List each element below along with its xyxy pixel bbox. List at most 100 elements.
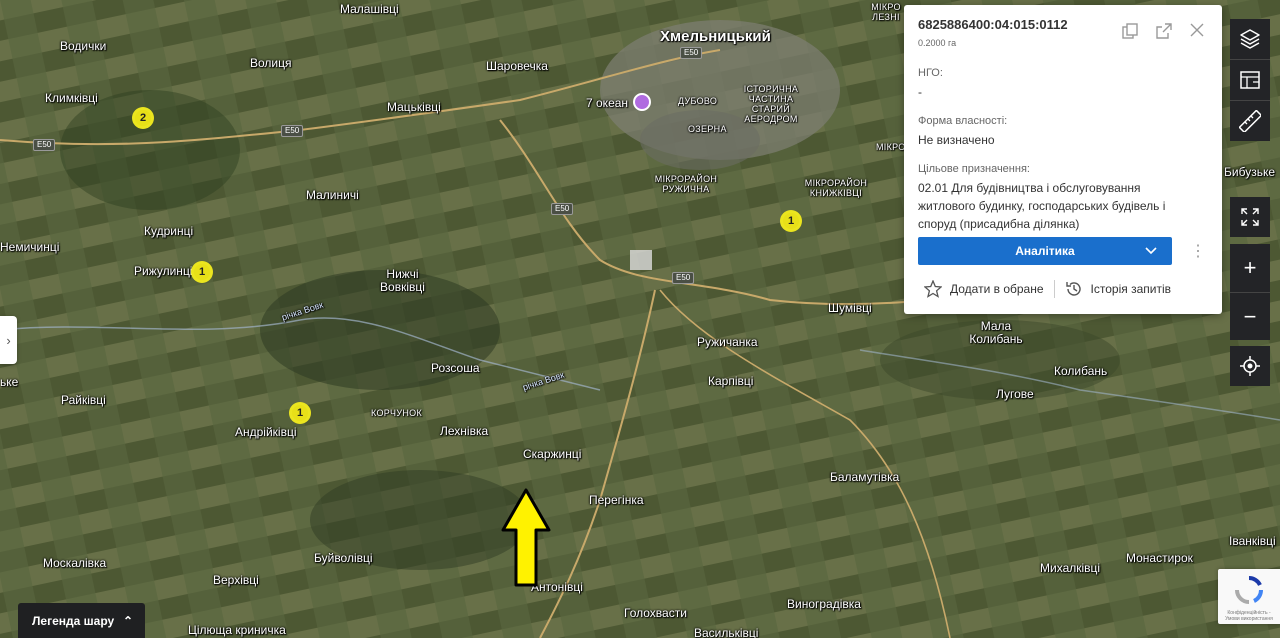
ownership-value: Не визначено <box>918 133 995 147</box>
divider <box>1053 280 1055 298</box>
place-label: МІКРОРАЙОН КНИЖКІВЦІ <box>804 178 868 198</box>
layers-icon <box>1240 29 1260 49</box>
poi-marker[interactable] <box>633 93 651 111</box>
ruler-button[interactable] <box>1230 101 1270 141</box>
place-label: Іванківці <box>1229 534 1276 548</box>
copy-icon[interactable] <box>1122 23 1138 39</box>
recaptcha-text: Конфіденційність - Умови використання <box>1225 610 1273 622</box>
cluster-count: 1 <box>296 407 304 419</box>
place-label: Цілюща криничка <box>188 623 286 637</box>
place-label: Мацьківці <box>387 100 441 114</box>
place-label: Бибузьке <box>1224 165 1275 179</box>
legend-label: Легенда шару <box>32 613 115 628</box>
place-label: Васильківці <box>694 626 759 638</box>
place-label: Монастирок <box>1126 551 1193 565</box>
star-icon <box>924 280 942 298</box>
place-label: Колибань <box>1054 364 1108 378</box>
place-label: Буйволівці <box>314 551 373 565</box>
place-label: Хмельницький <box>660 28 771 45</box>
recaptcha-icon <box>1235 575 1264 604</box>
cadastre-button[interactable] <box>1230 60 1270 101</box>
layers-button[interactable] <box>1230 19 1270 60</box>
zoom-out-button[interactable]: − <box>1230 293 1270 341</box>
place-label: Москалівка <box>43 556 107 570</box>
place-label: Баламутівка <box>830 470 900 484</box>
map-tools-group <box>1230 19 1270 141</box>
place-label: Шаровечка <box>486 59 548 73</box>
place-label: МІКРОРАЙОН РУЖИЧНА <box>654 174 718 194</box>
locate-icon <box>1240 356 1260 376</box>
chevron-up-icon: ⌃ <box>122 613 133 628</box>
road-label: E50 <box>672 272 695 284</box>
ngo-value: - <box>918 85 922 99</box>
zoom-in-button[interactable]: + <box>1230 244 1270 293</box>
kebab-icon[interactable]: ⋮ <box>1190 241 1206 261</box>
ruler-icon <box>1239 110 1261 132</box>
place-label: Малашівці <box>340 2 399 16</box>
ownership-label: Форма власності: <box>918 115 1008 127</box>
place-label: Кудринці <box>144 224 194 238</box>
purpose-label: Цільове призначення: <box>918 163 1030 175</box>
purpose-value: 02.01 Для будівництва і обслуговування ж… <box>918 181 1166 231</box>
cluster-count: 2 <box>139 112 147 124</box>
recaptcha-badge[interactable]: Конфіденційність - Умови використання <box>1218 569 1280 624</box>
fullscreen-button[interactable] <box>1230 197 1270 237</box>
place-label: Лехнівка <box>440 424 489 438</box>
fullscreen-icon <box>1241 208 1259 226</box>
close-icon[interactable] <box>1190 23 1204 37</box>
place-label: Лугове <box>996 387 1034 401</box>
zoom-control: + − <box>1230 244 1270 340</box>
place-label: Ружичанка <box>697 335 758 349</box>
place-label: Климківці <box>45 91 98 105</box>
legend-toggle[interactable]: Легенда шару ⌃ <box>18 603 145 638</box>
place-label: Райківці <box>61 393 106 407</box>
place-label: ьке <box>0 375 19 389</box>
favorites-label: Додати в обране <box>950 282 1044 296</box>
place-label: МІКРО <box>876 142 906 152</box>
road-label: E50 <box>33 139 56 151</box>
zoom-in-icon: + <box>1243 255 1257 280</box>
place-label: Волиця <box>250 56 292 70</box>
side-panel-toggle[interactable]: › <box>0 316 17 364</box>
road-label: E50 <box>680 47 703 59</box>
request-history-button[interactable]: Історія запитів <box>1065 280 1171 298</box>
cadastre-icon <box>1240 71 1260 89</box>
place-label: Верхівці <box>213 573 259 587</box>
place-label: ОЗЕРНА <box>688 124 727 134</box>
marker-cluster[interactable]: 1 <box>289 402 311 424</box>
place-label: Нижчі Вовківці <box>380 267 425 294</box>
place-label: Шумівці <box>828 301 872 315</box>
place-label: Рижулинці <box>134 264 193 278</box>
cluster-count: 1 <box>787 215 795 227</box>
place-label: Скаржинці <box>523 447 582 461</box>
place-label: Голохвасти <box>624 606 687 620</box>
ngo-label: НГО: <box>918 67 943 79</box>
place-label: Михалківці <box>1040 561 1101 575</box>
place-label: Немичинці <box>0 240 60 254</box>
chevron-down-icon <box>1145 247 1157 255</box>
chevron-right-icon: › <box>6 332 11 348</box>
analytics-button[interactable]: Аналітика <box>918 237 1172 265</box>
marker-cluster[interactable]: 1 <box>191 261 213 283</box>
marker-cluster[interactable]: 1 <box>780 210 802 232</box>
place-label: Мала Колибань <box>969 319 1023 346</box>
cluster-count: 1 <box>198 266 206 278</box>
place-label: Андрійківці <box>235 425 297 439</box>
history-icon <box>1065 282 1081 296</box>
place-label: Малиничі <box>306 188 359 202</box>
parcel-area: 0.2000 га <box>918 38 957 48</box>
external-link-icon[interactable] <box>1156 23 1172 39</box>
place-label: Карпівці <box>708 374 754 388</box>
place-label: МІКРО ЛЕЗНІ <box>871 2 901 22</box>
place-label: КОРЧУНОК <box>371 408 423 418</box>
locate-button[interactable] <box>1230 346 1270 386</box>
place-label: Перегінка <box>589 493 644 507</box>
marker-cluster[interactable]: 2 <box>132 107 154 129</box>
place-label: ІСТОРИЧНА ЧАСТИНА СТАРИЙ АЕРОДРОМ <box>743 84 799 124</box>
zoom-out-icon: − <box>1243 304 1257 329</box>
road-label: E50 <box>551 203 574 215</box>
parcel-info-popup: 6825886400:04:015:0112 0.2000 га НГО: - … <box>904 5 1222 314</box>
place-label: 7 океан <box>586 96 629 110</box>
road-label: E50 <box>281 125 304 137</box>
add-to-favorites-button[interactable]: Додати в обране <box>924 280 1044 298</box>
